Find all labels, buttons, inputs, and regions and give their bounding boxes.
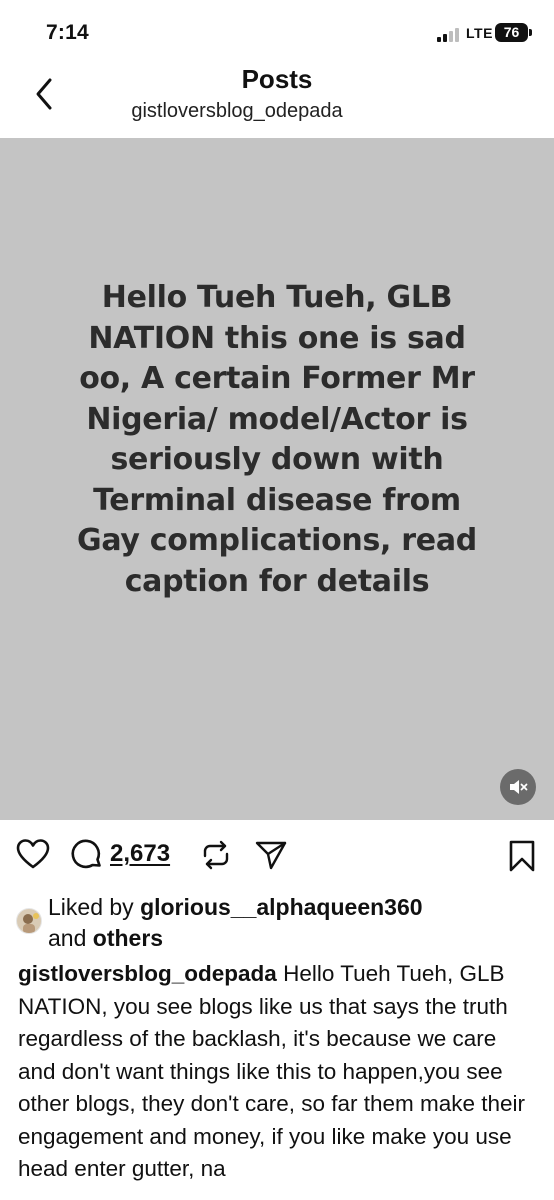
network-label: LTE bbox=[466, 25, 493, 41]
post-image-text: Hello Tueh Tueh, GLB NATION this one is … bbox=[77, 280, 477, 599]
mute-button[interactable] bbox=[500, 769, 536, 805]
comment-count[interactable]: 2,673 bbox=[110, 840, 170, 868]
likes-conjunction: and bbox=[48, 925, 87, 951]
save-button[interactable] bbox=[507, 839, 537, 878]
heart-icon bbox=[16, 839, 50, 869]
likes-prefix: Liked by bbox=[48, 894, 134, 920]
repost-button[interactable] bbox=[200, 840, 232, 875]
likes-others-link[interactable]: others bbox=[93, 925, 163, 951]
share-icon bbox=[255, 841, 287, 870]
status-bar: 7:14 LTE 76 bbox=[0, 0, 554, 60]
likes-text: Liked by glorious__alphaqueen360 and oth… bbox=[48, 892, 538, 954]
caption-username[interactable]: gistloversblog_odepada bbox=[18, 961, 277, 986]
status-time: 7:14 bbox=[46, 21, 89, 44]
action-bar: 2,673 bbox=[0, 830, 554, 880]
caption-text: Hello Tueh Tueh, GLB NATION, you see blo… bbox=[18, 961, 526, 1181]
battery-icon: 76 bbox=[495, 23, 528, 42]
repost-icon bbox=[203, 840, 229, 870]
comment-icon bbox=[71, 839, 101, 869]
bookmark-icon bbox=[509, 840, 535, 872]
post-image[interactable]: Hello Tueh Tueh, GLB NATION this one is … bbox=[0, 138, 554, 820]
avatar[interactable] bbox=[16, 908, 42, 934]
share-button[interactable] bbox=[254, 839, 288, 876]
post-caption: gistloversblog_odepada Hello Tueh Tueh, … bbox=[18, 958, 540, 1186]
header-username[interactable]: gistloversblog_odepada bbox=[0, 100, 474, 123]
comment-button[interactable] bbox=[70, 838, 104, 877]
battery-tip bbox=[529, 29, 532, 36]
nav-header: Posts gistloversblog_odepada bbox=[0, 60, 554, 138]
like-button[interactable] bbox=[16, 838, 50, 875]
page-title: Posts bbox=[241, 64, 313, 94]
mute-icon bbox=[510, 780, 528, 794]
liker-username[interactable]: glorious__alphaqueen360 bbox=[140, 894, 422, 920]
signal-icon bbox=[437, 28, 459, 42]
